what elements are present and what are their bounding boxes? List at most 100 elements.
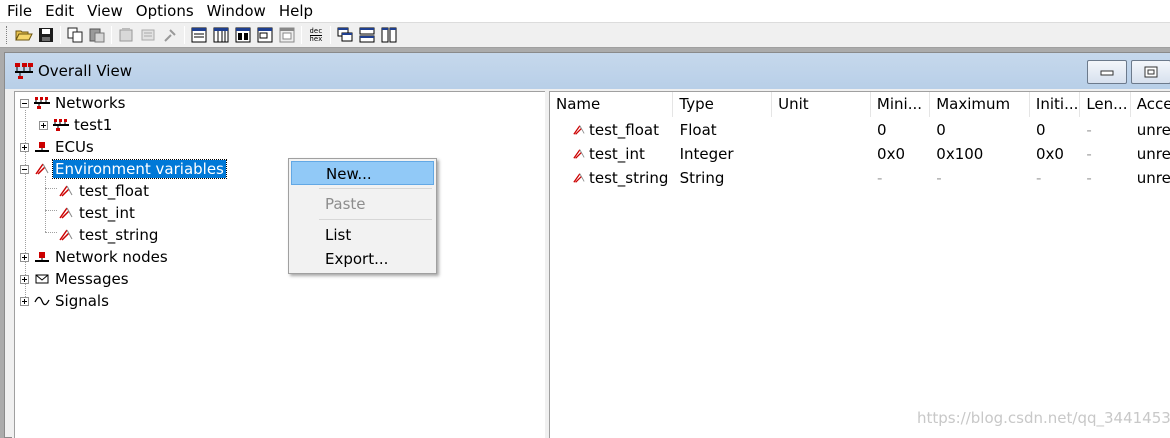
dec-hex-icon[interactable]: dec hex <box>306 25 326 45</box>
tree-label: Networks <box>55 94 126 112</box>
env-variable-icon <box>573 149 585 159</box>
cell-name: test_string <box>550 166 674 190</box>
column-header-name[interactable]: Name <box>550 92 674 117</box>
expand-toggle[interactable] <box>20 252 29 262</box>
cell-name-text: test_float <box>589 121 660 139</box>
column-header-initial[interactable]: Initi... <box>1030 92 1081 117</box>
column-header-unit[interactable]: Unit <box>772 92 871 117</box>
cell-access: unre <box>1136 169 1170 187</box>
toolbar: dec hex <box>0 22 1170 48</box>
cell-access: unre <box>1136 145 1170 163</box>
expand-toggle[interactable] <box>20 296 29 306</box>
overall-view-window: Overall View Networks test1 ECUs Environ… <box>4 52 1170 438</box>
collapse-toggle[interactable] <box>20 164 29 174</box>
env-variable-icon <box>58 205 74 221</box>
tree-label: Signals <box>55 292 109 310</box>
menu-window[interactable]: Window <box>200 1 272 21</box>
menu-file[interactable]: File <box>0 1 38 21</box>
cell-length: - <box>1086 121 1092 139</box>
column-header-maximum[interactable]: Maximum <box>930 92 1030 117</box>
cell-length: - <box>1086 145 1092 163</box>
paste-icon[interactable] <box>87 25 107 45</box>
tree-item-networks[interactable]: Networks <box>20 92 127 114</box>
menu-bar: File Edit View Options Window Help <box>0 0 1170 22</box>
cell-maximum: 0 <box>936 121 946 139</box>
menu-help[interactable]: Help <box>272 1 319 21</box>
tree-item-messages[interactable]: Messages <box>20 268 131 290</box>
cell-name-text: test_string <box>589 169 669 187</box>
toolbar-separator <box>301 26 302 44</box>
cascade-icon[interactable] <box>335 25 355 45</box>
cell-maximum: - <box>936 169 942 187</box>
table-row[interactable]: test_int Integer 0x0 0x100 0x0 - unre <box>550 142 1170 166</box>
tree-item-test1[interactable]: test1 <box>39 114 114 136</box>
cell-access: unre <box>1136 121 1170 139</box>
view5-icon[interactable] <box>277 25 297 45</box>
tree-label: Network nodes <box>55 248 168 266</box>
minimize-button[interactable] <box>1087 60 1127 84</box>
tree-item-ecus[interactable]: ECUs <box>20 136 96 158</box>
tile-horizontal-icon[interactable] <box>357 25 377 45</box>
context-menu-export[interactable]: Export... <box>291 247 434 271</box>
column-header-minimum[interactable]: Mini... <box>871 92 931 117</box>
envelope-icon <box>34 271 50 287</box>
env-variable-icon <box>58 227 74 243</box>
tree-item-environment-variables[interactable]: Environment variables <box>20 158 227 180</box>
save-icon[interactable] <box>36 25 56 45</box>
tree-item-test-int[interactable]: test_int <box>58 202 137 224</box>
context-menu-list[interactable]: List <box>291 223 434 247</box>
list-icon[interactable] <box>138 25 158 45</box>
dec-label: dec <box>309 26 323 35</box>
cell-unit <box>772 142 871 166</box>
cell-minimum: 0x0 <box>877 145 905 163</box>
cell-unit <box>772 118 871 142</box>
env-variable-icon <box>58 183 74 199</box>
watermark: https://blog.csdn.net/qq_34414530 <box>917 409 1170 427</box>
view3-icon[interactable] <box>233 25 253 45</box>
view1-icon[interactable] <box>189 25 209 45</box>
properties-icon[interactable] <box>116 25 136 45</box>
restore-button[interactable] <box>1131 60 1170 84</box>
column-header-access[interactable]: Acce <box>1131 92 1170 117</box>
tree-item-test-float[interactable]: test_float <box>58 180 151 202</box>
expand-toggle[interactable] <box>39 120 48 130</box>
menu-edit[interactable]: Edit <box>38 1 80 21</box>
menu-options[interactable]: Options <box>129 1 200 21</box>
env-variable-icon <box>573 173 585 183</box>
open-icon[interactable] <box>14 25 34 45</box>
column-header-type[interactable]: Type <box>673 92 773 117</box>
copy-icon[interactable] <box>65 25 85 45</box>
cell-type: Integer <box>679 145 734 163</box>
column-header-length[interactable]: Len... <box>1080 92 1131 117</box>
network-icon <box>53 117 69 133</box>
env-variable-icon <box>573 125 585 135</box>
tile-vertical-icon[interactable] <box>379 25 399 45</box>
hex-label: hex <box>309 34 323 43</box>
menu-view[interactable]: View <box>80 1 129 21</box>
tree-item-test-string[interactable]: test_string <box>58 224 160 246</box>
view2-icon[interactable] <box>211 25 231 45</box>
context-menu-new[interactable]: New... <box>291 161 434 185</box>
tree-item-signals[interactable]: Signals <box>20 290 111 312</box>
table-row[interactable]: test_string String - - - - unre <box>550 166 1170 190</box>
table-row[interactable]: test_float Float 0 0 0 - unre <box>550 118 1170 142</box>
expand-toggle[interactable] <box>20 142 29 152</box>
network-node-icon <box>34 249 50 265</box>
context-menu: New... Paste List Export... <box>288 158 437 274</box>
cell-type: String <box>679 169 725 187</box>
view4-icon[interactable] <box>255 25 275 45</box>
cell-name: test_int <box>550 142 674 166</box>
tree-item-network-nodes[interactable]: Network nodes <box>20 246 170 268</box>
tree-pane[interactable]: Networks test1 ECUs Environment variable… <box>14 91 545 438</box>
tool-icon[interactable] <box>160 25 180 45</box>
expand-toggle[interactable] <box>20 274 29 284</box>
collapse-toggle[interactable] <box>20 98 29 108</box>
toolbar-grip[interactable] <box>6 26 9 44</box>
toolbar-separator <box>111 26 112 44</box>
cell-name-text: test_int <box>589 145 645 163</box>
window-titlebar[interactable]: Overall View <box>5 53 1170 89</box>
list-pane[interactable]: Name Type Unit Mini... Maximum Initi... … <box>549 91 1170 438</box>
cell-maximum: 0x100 <box>936 145 984 163</box>
menu-separator <box>319 188 432 189</box>
toolbar-separator <box>184 26 185 44</box>
